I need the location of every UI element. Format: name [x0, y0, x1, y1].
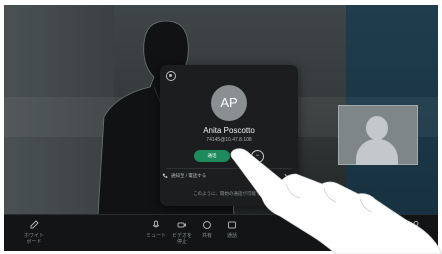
camera-icon [177, 222, 186, 228]
self-view-head [366, 116, 388, 140]
call-button[interactable]: 通话 [194, 150, 230, 162]
contact-name: Anita Poscotto [203, 126, 255, 135]
toolbar-whiteboard[interactable]: ホワイト ボード [16, 220, 52, 245]
microphone-icon [152, 220, 160, 228]
avatar: AP [211, 85, 247, 121]
device-frame: AP Anita Poscotto 74145@10.47.8.108 通话 ●… [0, 0, 442, 254]
pen-icon [30, 220, 39, 229]
share-icon [203, 221, 211, 229]
phone-icon [162, 173, 168, 178]
close-icon[interactable] [166, 71, 176, 81]
toolbar-label: ホワイト ボード [23, 233, 44, 245]
pointing-hand-illustration [230, 148, 442, 254]
secondary-action-label[interactable]: 通知至 / 電話する [171, 173, 206, 179]
